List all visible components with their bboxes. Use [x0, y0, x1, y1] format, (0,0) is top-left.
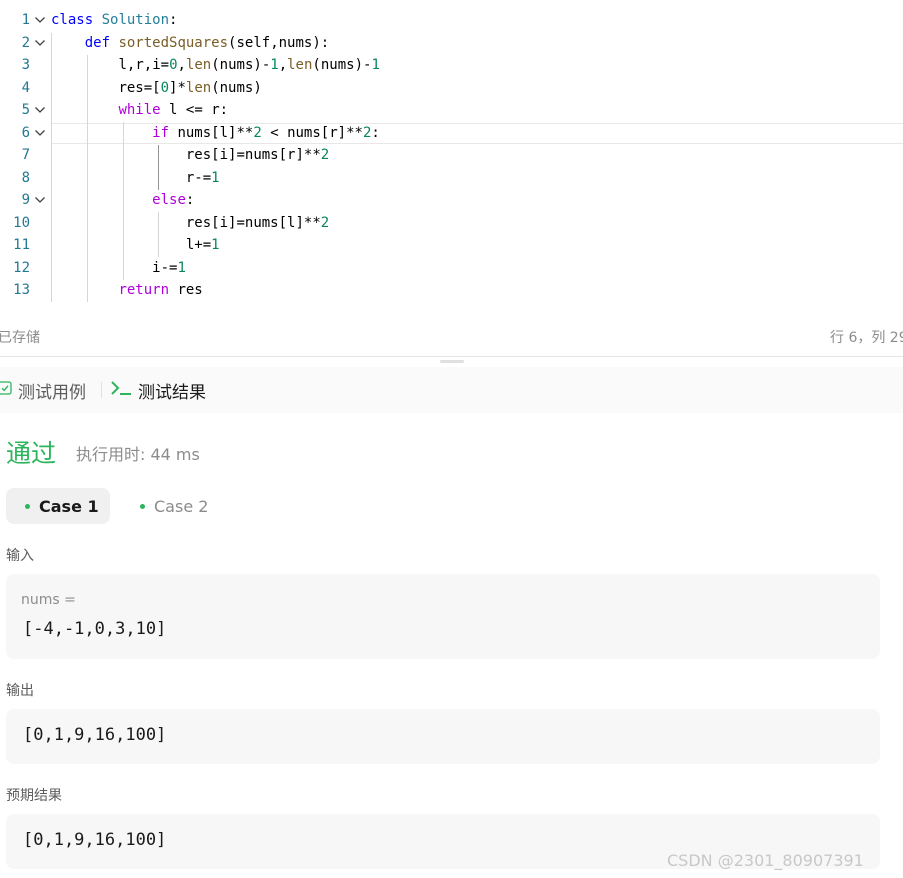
output-value: [0,1,9,16,100] [23, 725, 167, 745]
code-line[interactable]: 13 return res [0, 279, 903, 301]
line-number: 3 [21, 57, 30, 73]
line-number: 2 [21, 34, 30, 51]
line-number: 8 [21, 169, 30, 186]
line-number: 13 [13, 282, 30, 298]
tab-testcase[interactable]: 测试用例 [0, 367, 86, 413]
watermark: CSDN @2301_80907391 [667, 851, 864, 870]
line-number: 6 [21, 124, 30, 141]
code-text: class Solution: [51, 12, 178, 28]
terminal-icon [110, 380, 132, 401]
code-line[interactable]: 1 class Solution: [0, 9, 903, 31]
code-text: r-=1 [185, 169, 220, 186]
tab-separator [101, 382, 102, 398]
code-text: else: [152, 192, 195, 208]
code-line[interactable]: 12 i-=1 [0, 257, 903, 279]
code-text: l,r,i=0,len(nums)-1,len(nums)-1 [118, 57, 380, 73]
console-tabs: 测试用例 测试结果 [0, 367, 903, 413]
editor-status-bar: 已存储 行 6，列 29 [0, 320, 903, 352]
input-value: [-4,-1,0,3,10] [23, 619, 167, 639]
output-label: 输出 [6, 683, 34, 699]
code-line[interactable]: 11 l+=1 [0, 234, 903, 256]
line-number: 1 [21, 12, 30, 28]
input-label: 输入 [6, 548, 34, 564]
code-text: if nums[l]**2 < nums[r]**2: [152, 124, 380, 141]
code-line[interactable]: 10 res[i]=nums[l]**2 [0, 212, 903, 234]
code-line[interactable]: 5 while l <= r: [0, 99, 903, 121]
panel-divider [0, 356, 903, 357]
line-number: 4 [21, 79, 30, 96]
case-2-button[interactable]: Case 2 [138, 488, 218, 524]
line-number: 11 [13, 237, 30, 253]
result-status: 通过 [6, 439, 57, 468]
resize-handle[interactable] [440, 360, 464, 363]
case-1-label: Case 1 [39, 496, 99, 516]
code-editor[interactable]: 1 class Solution: 2 def sortedSquares(self… [0, 0, 903, 312]
code-text: def sortedSquares(self,nums): [84, 34, 330, 51]
expected-value: [0,1,9,16,100] [23, 830, 167, 850]
code-text: l+=1 [185, 237, 220, 253]
passed-dot-icon [25, 503, 30, 509]
case-1-button[interactable]: Case 1 [6, 488, 110, 524]
code-line[interactable]: 7 res[i]=nums[r]**2 [0, 144, 903, 166]
code-text: res[i]=nums[r]**2 [185, 147, 330, 163]
code-text: i-=1 [152, 259, 186, 276]
checkbox-icon [0, 380, 12, 400]
code-line[interactable]: 2 def sortedSquares(self,nums): [0, 32, 903, 54]
line-number: 10 [13, 214, 30, 231]
code-text: res[i]=nums[l]**2 [185, 214, 330, 231]
tab-testcase-label: 测试用例 [18, 382, 86, 403]
code-line[interactable]: 4 res=[0]*len(nums) [0, 77, 903, 99]
saved-status: 已存储 [0, 330, 40, 346]
line-number: 7 [21, 147, 30, 163]
code-text: while l <= r: [118, 102, 229, 118]
code-line[interactable]: 9 else: [0, 189, 903, 211]
tab-test-result[interactable]: 测试结果 [110, 367, 206, 413]
code-text: return res [118, 282, 203, 298]
code-text: res=[0]*len(nums) [118, 79, 262, 96]
cursor-position: 行 6，列 29 [830, 330, 903, 346]
fold-chevron-icon[interactable] [34, 194, 46, 206]
input-box: nums = [-4,-1,0,3,10] [6, 574, 880, 659]
fold-chevron-icon[interactable] [34, 14, 46, 26]
code-line[interactable]: 3 l,r,i=0,len(nums)-1,len(nums)-1 [0, 54, 903, 76]
param-name: nums = [21, 592, 76, 608]
output-box: [0,1,9,16,100] [6, 709, 880, 764]
runtime-text: 执行用时: 44 ms [76, 445, 200, 464]
code-line[interactable]: 8 r-=1 [0, 167, 903, 189]
fold-chevron-icon[interactable] [34, 127, 46, 139]
tab-test-result-label: 测试结果 [138, 382, 206, 403]
passed-dot-icon [140, 503, 145, 509]
code-line[interactable]: 6 if nums[l]**2 < nums[r]**2: [0, 122, 903, 144]
line-number: 5 [21, 102, 30, 118]
case-2-label: Case 2 [154, 496, 209, 516]
fold-chevron-icon[interactable] [34, 37, 46, 49]
expected-label: 预期结果 [6, 788, 62, 804]
fold-chevron-icon[interactable] [34, 104, 46, 116]
line-number: 9 [21, 192, 30, 208]
line-number: 12 [13, 259, 30, 276]
